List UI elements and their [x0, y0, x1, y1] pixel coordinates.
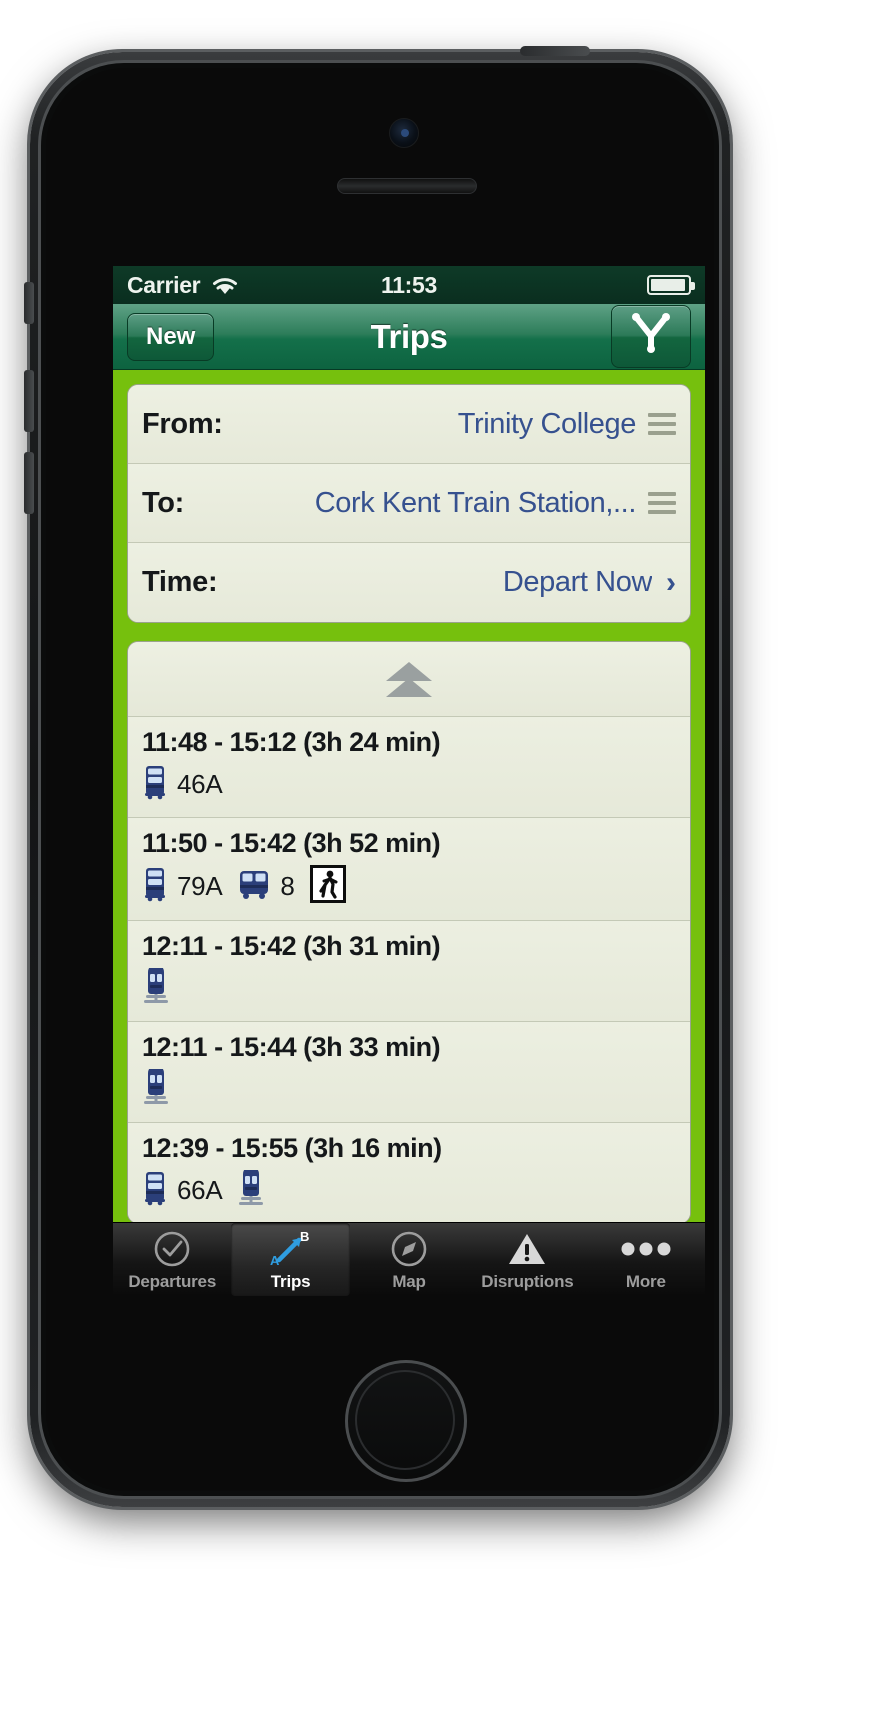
- table-row[interactable]: 12:11 - 15:42 (3h 31 min): [128, 921, 690, 1022]
- double-decker-bus-icon: [142, 1170, 168, 1211]
- to-value[interactable]: Cork Kent Train Station,...: [305, 487, 636, 520]
- status-bar: Carrier 11:53: [113, 266, 705, 304]
- trip-time: 12:11 - 15:44 (3h 33 min): [142, 1032, 441, 1062]
- tab-departures[interactable]: Departures: [113, 1223, 231, 1296]
- volume-down-button[interactable]: [24, 452, 34, 514]
- table-row[interactable]: 12:11 - 15:44 (3h 33 min): [128, 1022, 690, 1123]
- walking-person-icon: [309, 865, 346, 908]
- table-row[interactable]: 12:39 - 15:55 (3h 16 min) 66A: [128, 1123, 690, 1223]
- train-icon: [237, 1166, 265, 1211]
- tab-more[interactable]: More: [587, 1223, 705, 1296]
- status-time: 11:53: [380, 271, 438, 298]
- double-decker-bus-icon: [142, 866, 168, 907]
- power-button[interactable]: [520, 46, 590, 56]
- leg-label: 46A: [177, 769, 223, 799]
- trip-legs: 46A: [142, 764, 676, 805]
- battery-icon: [647, 275, 695, 295]
- clock-icon: [152, 1228, 192, 1270]
- trip-time: 12:39 - 15:55 (3h 16 min): [142, 1133, 442, 1163]
- new-trip-button[interactable]: New: [127, 312, 215, 361]
- time-label: Time:: [142, 566, 218, 598]
- front-camera-icon: [389, 118, 419, 148]
- time-value[interactable]: Depart Now: [493, 566, 652, 599]
- volume-up-button[interactable]: [24, 370, 34, 432]
- warning-triangle-icon: [506, 1228, 548, 1270]
- trip-time: 11:48 - 15:12 (3h 24 min): [142, 727, 441, 757]
- leg-label: 79A: [177, 871, 223, 901]
- train-icon: [142, 1065, 170, 1110]
- content-area: From: Trinity College To: Cork Kent Trai…: [113, 370, 705, 1296]
- train-icon: [142, 964, 170, 1009]
- from-value[interactable]: Trinity College: [448, 408, 636, 441]
- single-decker-bus-icon: [237, 868, 271, 905]
- form-row-from[interactable]: From: Trinity College: [128, 385, 690, 464]
- phone-screen: Carrier 11:53 New Trips From: Trinity Co…: [113, 266, 705, 1296]
- load-earlier-trips-button[interactable]: [128, 642, 690, 717]
- reorder-icon[interactable]: [648, 413, 676, 435]
- trip-time: 12:11 - 15:42 (3h 31 min): [142, 931, 441, 961]
- from-label: From:: [142, 407, 223, 440]
- double-chevron-up-icon: [386, 661, 432, 697]
- double-decker-bus-icon: [142, 764, 168, 805]
- ellipsis-icon: [619, 1228, 673, 1270]
- trip-time: 11:50 - 15:42 (3h 52 min): [142, 828, 441, 858]
- table-row[interactable]: 11:50 - 15:42 (3h 52 min) 79A 8: [128, 818, 690, 921]
- svg-text:B: B: [300, 1229, 309, 1244]
- route-fork-icon: [628, 312, 674, 361]
- tab-disruptions[interactable]: Disruptions: [468, 1223, 586, 1296]
- form-row-time[interactable]: Time: Depart Now ›: [128, 543, 690, 622]
- trip-legs: 66A: [142, 1166, 676, 1211]
- chevron-right-icon: ›: [666, 565, 676, 599]
- trip-legs: [142, 964, 676, 1009]
- tab-bar: Departures A B Trips Map Disruptions Mor…: [113, 1222, 705, 1296]
- table-row[interactable]: 11:48 - 15:12 (3h 24 min) 46A: [128, 717, 690, 818]
- to-label: To:: [142, 486, 185, 519]
- leg-label: 8: [280, 871, 295, 901]
- navigation-bar: New Trips: [113, 304, 705, 370]
- tab-label: Trips: [270, 1271, 311, 1291]
- home-button[interactable]: [345, 1360, 467, 1482]
- compass-icon: [389, 1228, 429, 1270]
- earpiece-speaker: [337, 178, 477, 194]
- trip-legs: [142, 1065, 676, 1110]
- silent-switch[interactable]: [24, 282, 34, 324]
- reorder-icon[interactable]: [648, 492, 676, 514]
- leg-label: 66A: [177, 1175, 223, 1205]
- trip-results-card: 11:48 - 15:12 (3h 24 min) 46A 11:50 - 15…: [127, 641, 691, 1224]
- tab-label: More: [625, 1271, 666, 1291]
- tab-label: Disruptions: [481, 1271, 574, 1291]
- tab-label: Map: [392, 1271, 426, 1291]
- trip-form-card: From: Trinity College To: Cork Kent Trai…: [127, 384, 691, 623]
- form-row-to[interactable]: To: Cork Kent Train Station,...: [128, 464, 690, 543]
- route-fork-button[interactable]: [611, 305, 691, 368]
- tab-trips[interactable]: A B Trips: [231, 1223, 350, 1296]
- tab-label: Departures: [128, 1271, 217, 1291]
- trip-legs: 79A 8: [142, 865, 676, 908]
- tab-map[interactable]: Map: [350, 1223, 468, 1296]
- route-a-to-b-icon: A B: [268, 1228, 314, 1270]
